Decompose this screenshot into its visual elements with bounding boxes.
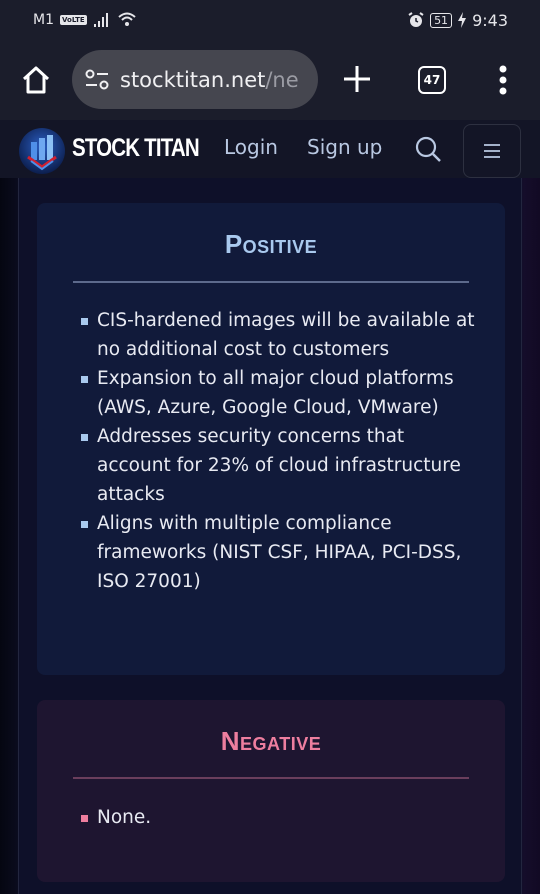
bullet-square-icon — [81, 815, 88, 822]
more-options-icon[interactable] — [496, 65, 510, 95]
address-bar[interactable]: stocktitan.net/ne — [72, 50, 318, 109]
site-header: STOCK TITAN Login Sign up — [0, 120, 540, 178]
login-link[interactable]: Login — [224, 135, 278, 159]
tab-switcher-button[interactable]: 47 — [418, 66, 446, 94]
home-icon[interactable] — [20, 64, 52, 96]
negative-card: Negative None. — [37, 700, 505, 882]
negative-list: None. — [81, 803, 481, 832]
hamburger-menu-button[interactable] — [463, 124, 521, 178]
site-settings-icon[interactable] — [84, 69, 110, 91]
url-path: /ne — [265, 67, 299, 92]
url-text[interactable]: stocktitan.net/ne — [120, 68, 299, 92]
signal-icon — [93, 13, 108, 27]
new-tab-icon[interactable] — [342, 64, 372, 94]
browser-toolbar: stocktitan.net/ne 47 — [0, 40, 540, 120]
list-item: Expansion to all major cloud platforms (… — [81, 364, 481, 422]
list-item: None. — [81, 803, 481, 832]
bullet-square-icon — [81, 521, 88, 528]
positive-list: CIS-hardened images will be available at… — [81, 306, 481, 596]
list-item-text: Expansion to all major cloud platforms (… — [97, 368, 454, 418]
positive-card: Positive CIS-hardened images will be ava… — [37, 203, 505, 675]
negative-divider — [73, 777, 469, 779]
list-item: CIS-hardened images will be available at… — [81, 306, 481, 364]
negative-title: Negative — [220, 726, 322, 756]
carrier-label: M1 — [33, 12, 54, 28]
positive-title: Positive — [224, 229, 318, 259]
status-right: 51 9:43 — [408, 11, 508, 30]
charging-icon — [458, 12, 467, 28]
status-bar: M1 VoLTE 51 9:43 — [0, 0, 540, 40]
status-left: M1 VoLTE — [33, 12, 137, 28]
wifi-icon — [118, 12, 136, 26]
signup-link[interactable]: Sign up — [307, 135, 382, 159]
brand-name[interactable]: STOCK TITAN — [72, 134, 200, 163]
list-item: Addresses security concerns that account… — [81, 422, 481, 509]
bullet-square-icon — [81, 434, 88, 441]
clock: 9:43 — [472, 10, 508, 30]
volte-icon: VoLTE — [60, 15, 87, 25]
bullet-square-icon — [81, 376, 88, 383]
list-item-text: Addresses security concerns that account… — [97, 426, 461, 505]
bullet-square-icon — [81, 318, 88, 325]
list-item-text: CIS-hardened images will be available at… — [97, 310, 475, 360]
content-column: Positive CIS-hardened images will be ava… — [18, 178, 522, 894]
stock-titan-logo-icon[interactable] — [18, 127, 66, 175]
battery-icon: 51 — [430, 12, 453, 28]
list-item: Aligns with multiple compliance framewor… — [81, 509, 481, 596]
search-icon[interactable] — [414, 135, 442, 163]
page-content: Positive CIS-hardened images will be ava… — [0, 178, 540, 894]
hamburger-icon — [484, 144, 500, 158]
alarm-icon — [408, 12, 424, 27]
positive-divider — [73, 281, 469, 283]
list-item-text: Aligns with multiple compliance framewor… — [97, 513, 462, 592]
url-domain: stocktitan.net — [120, 67, 266, 92]
list-item-text: None. — [97, 807, 152, 828]
